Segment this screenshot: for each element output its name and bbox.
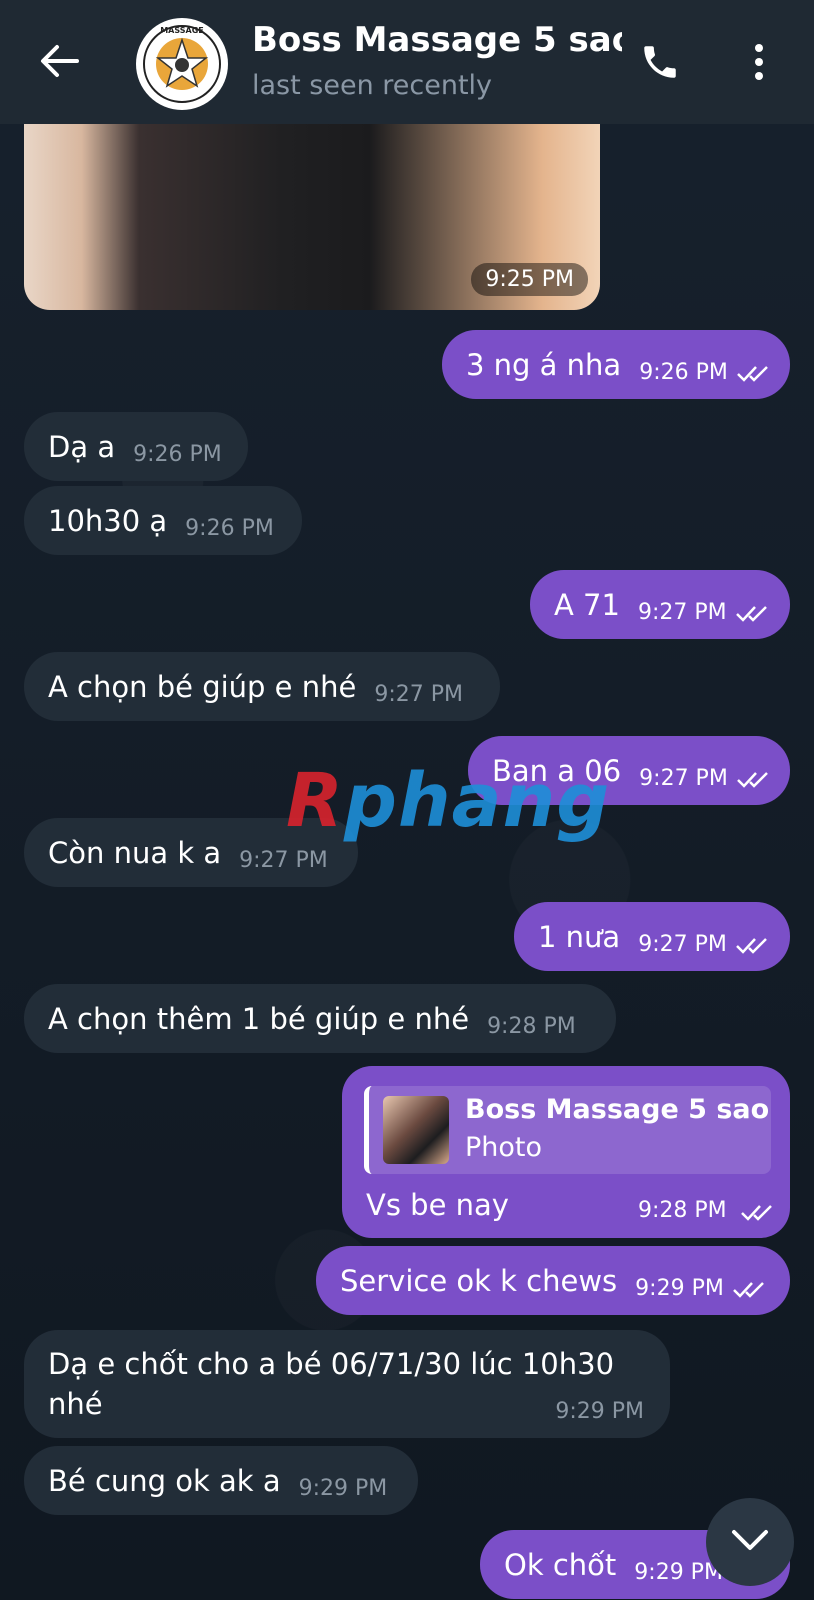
quoted-sender: Boss Massage 5 sao xyxy=(465,1094,770,1125)
message-text: Ok chốt xyxy=(504,1547,617,1582)
message-text: Dạ a xyxy=(48,429,116,464)
more-vert-icon xyxy=(753,42,765,86)
chat-title[interactable]: Boss Massage 5 sao xyxy=(252,20,622,60)
message-text: A chọn thêm 1 bé giúp e nhé xyxy=(48,1001,470,1036)
message-time: 9:27 PM xyxy=(637,600,727,625)
message-incoming[interactable]: Bé cung ok ak a 9:29 PM xyxy=(24,1446,418,1515)
more-options-button[interactable] xyxy=(744,40,774,88)
photo-time: 9:25 PM xyxy=(471,263,588,296)
double-check-icon xyxy=(736,769,772,789)
double-check-icon xyxy=(736,363,772,383)
chat-status: last seen recently xyxy=(252,70,493,101)
message-time: 9:29 PM xyxy=(634,1560,723,1585)
message-time: 9:26 PM xyxy=(133,442,222,467)
message-incoming[interactable]: A chọn thêm 1 bé giúp e nhé 9:28 PM xyxy=(24,984,616,1053)
double-check-icon xyxy=(740,1202,776,1226)
chat-header: MASSAGE Boss Massage 5 sao last seen rec… xyxy=(0,0,814,124)
message-time: 9:28 PM xyxy=(638,1198,727,1223)
photo-message[interactable]: 9:25 PM xyxy=(24,124,600,310)
message-time: 9:27 PM xyxy=(639,766,728,791)
message-incoming[interactable]: A chọn bé giúp e nhé 9:27 PM xyxy=(24,652,500,721)
message-time: 9:29 PM xyxy=(298,1476,388,1501)
message-incoming[interactable]: 10h30 ạ 9:26 PM xyxy=(24,486,302,555)
message-text: A chọn bé giúp e nhé xyxy=(48,669,357,704)
svg-text:MASSAGE: MASSAGE xyxy=(160,26,204,35)
message-text: Service ok k chews xyxy=(340,1263,618,1298)
message-text: Còn nua k a xyxy=(48,835,222,870)
message-time: 9:28 PM xyxy=(487,1014,576,1039)
double-check-icon xyxy=(732,1279,768,1299)
chevron-down-icon xyxy=(730,1528,770,1556)
message-text: 3 ng á nha xyxy=(466,347,622,382)
message-time: 9:27 PM xyxy=(638,932,727,957)
message-time: 9:29 PM xyxy=(635,1276,724,1301)
message-time: 9:26 PM xyxy=(185,516,274,541)
message-time: 9:27 PM xyxy=(374,682,463,707)
double-check-icon xyxy=(735,935,771,955)
quoted-photo-thumbnail xyxy=(383,1096,449,1164)
double-check-icon xyxy=(735,603,771,623)
message-text: Vs be nay xyxy=(366,1188,509,1222)
massage-logo: MASSAGE xyxy=(143,25,221,103)
back-arrow-icon xyxy=(39,43,79,83)
message-time: 9:29 PM xyxy=(555,1399,644,1424)
quoted-message[interactable]: Boss Massage 5 sao Photo xyxy=(364,1086,771,1174)
back-button[interactable] xyxy=(34,38,84,88)
scroll-down-button[interactable] xyxy=(706,1498,794,1586)
message-outgoing[interactable]: A 71 9:27 PM xyxy=(530,570,790,639)
phone-icon xyxy=(639,41,681,87)
message-time: 9:26 PM xyxy=(639,360,728,385)
message-time: 9:27 PM xyxy=(239,848,328,873)
message-text: A 71 xyxy=(554,587,620,622)
avatar[interactable]: MASSAGE xyxy=(136,18,228,110)
quoted-kind: Photo xyxy=(465,1132,543,1163)
message-outgoing-reply[interactable]: Boss Massage 5 sao Photo Vs be nay 9:28 … xyxy=(342,1066,790,1238)
message-text: 10h30 ạ xyxy=(48,503,168,538)
call-button[interactable] xyxy=(636,40,684,88)
message-incoming[interactable]: Dạ a 9:26 PM xyxy=(24,412,248,481)
message-outgoing[interactable]: 3 ng á nha 9:26 PM xyxy=(442,330,790,399)
message-text: 1 nưa xyxy=(538,919,621,954)
watermark-logo: Rphang xyxy=(286,758,611,844)
message-outgoing[interactable]: Service ok k chews 9:29 PM xyxy=(316,1246,790,1315)
message-outgoing[interactable]: 1 nưa 9:27 PM xyxy=(514,902,790,971)
message-text: Bé cung ok ak a xyxy=(48,1463,281,1498)
message-incoming[interactable]: Dạ e chốt cho a bé 06/71/30 lúc 10h30 nh… xyxy=(24,1330,670,1438)
